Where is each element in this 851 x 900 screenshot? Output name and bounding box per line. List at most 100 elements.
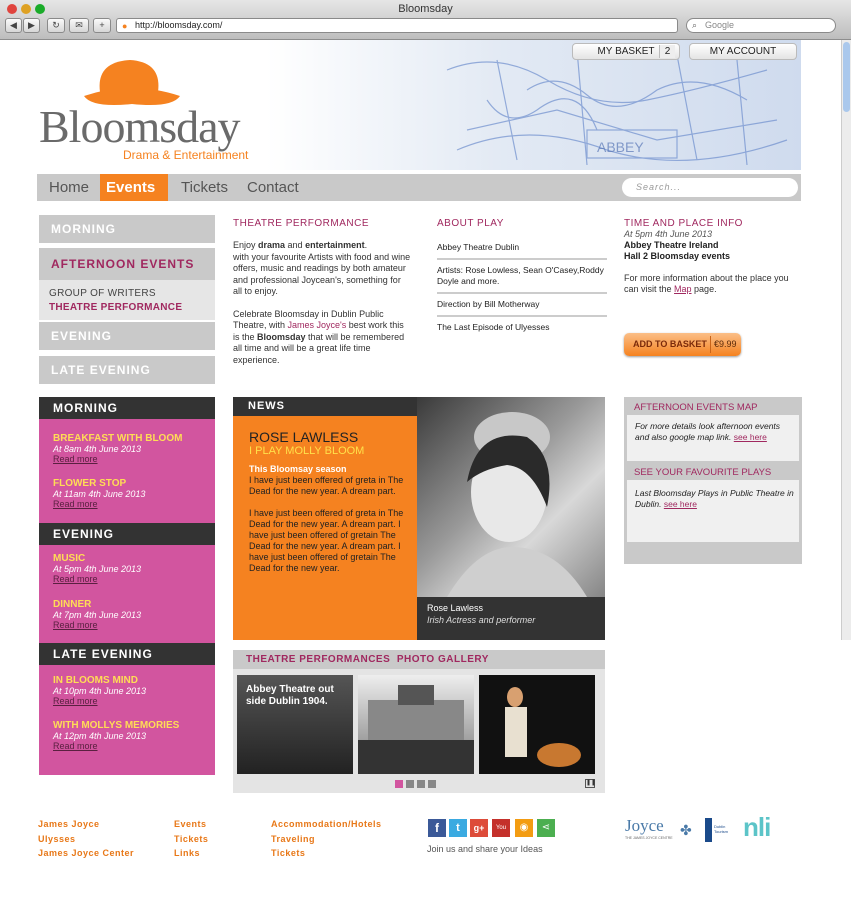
twitter-icon[interactable]: t bbox=[449, 819, 467, 837]
gallery-photo-2[interactable] bbox=[358, 675, 474, 774]
event-breakfast: BREAKFAST WITH BLOOM At 8am 4th June 2013… bbox=[53, 433, 182, 464]
nav-home[interactable]: Home bbox=[43, 174, 95, 201]
james-joyce-link[interactable]: James Joyce's bbox=[288, 320, 347, 330]
event-title[interactable]: WITH MOLLYS MEMORIES bbox=[53, 720, 179, 731]
my-account-button[interactable]: MY ACCOUNT bbox=[689, 43, 797, 60]
dublin-tourism-logo[interactable]: Dublin Tourism bbox=[705, 818, 735, 844]
footer-link[interactable]: Accommodation/Hotels bbox=[271, 817, 382, 832]
event-date: At 8am 4th June 2013 bbox=[53, 444, 142, 454]
site-favicon-icon: ● bbox=[122, 21, 128, 31]
basket-count: 2 bbox=[659, 45, 675, 58]
new-tab-button[interactable]: + bbox=[93, 18, 111, 33]
schedule-evening-header: EVENING bbox=[39, 523, 215, 545]
event-date: At 5pm 4th June 2013 bbox=[53, 564, 142, 574]
event-date: At 10pm 4th June 2013 bbox=[53, 686, 147, 696]
browser-search-input[interactable]: ⌕ Google bbox=[686, 18, 836, 33]
read-more-link[interactable]: Read more bbox=[53, 696, 146, 706]
gallery-photo-1[interactable]: Abbey Theatre out side Dublin 1904. bbox=[237, 675, 353, 774]
submenu-group-of-writers[interactable]: GROUP OF WRITERS bbox=[49, 288, 156, 299]
menu-evening[interactable]: EVENING bbox=[39, 322, 215, 350]
event-mollys-memories: WITH MOLLYS MEMORIES At 12pm 4th June 201… bbox=[53, 720, 179, 751]
read-more-link[interactable]: Read more bbox=[53, 499, 145, 509]
pause-icon[interactable]: ❚❚ bbox=[585, 779, 596, 788]
footer-link[interactable]: James Joyce bbox=[38, 817, 134, 832]
time-place-more: For more information about the place you… bbox=[624, 273, 800, 295]
map-link[interactable]: Map bbox=[674, 284, 692, 294]
dublin-tourism-icon bbox=[705, 818, 712, 842]
plays-text: Last Bloomsday Plays in Public Theatre i… bbox=[635, 488, 795, 510]
read-more-link[interactable]: Read more bbox=[53, 741, 179, 751]
event-music: MUSIC At 5pm 4th June 2013 Read more bbox=[53, 553, 141, 584]
site-search-input[interactable]: Search... bbox=[622, 178, 798, 197]
gallery-dot-4[interactable] bbox=[428, 780, 436, 788]
footer-link[interactable]: Events bbox=[174, 817, 208, 832]
nav-tickets[interactable]: Tickets bbox=[175, 174, 234, 201]
menu-late-evening[interactable]: LATE EVENING bbox=[39, 356, 215, 384]
event-flower-stop: FLOWER STOP At 11am 4th June 2013 Read mor… bbox=[53, 478, 145, 509]
about-play: ABOUT PLAY Abbey Theatre Dublin Artists:… bbox=[437, 218, 607, 338]
gallery-dot-3[interactable] bbox=[417, 780, 425, 788]
time-place-heading: TIME AND PLACE INFO bbox=[624, 218, 743, 229]
joyce-centre-logo[interactable]: Joyce THE JAMES JOYCE CENTRE bbox=[625, 816, 675, 840]
gallery-photo-3[interactable] bbox=[479, 675, 595, 774]
about-heading: ABOUT PLAY bbox=[437, 218, 504, 229]
event-title[interactable]: FLOWER STOP bbox=[53, 478, 145, 489]
gallery-dot-2[interactable] bbox=[406, 780, 414, 788]
news-body: This Bloomsay season I have just been of… bbox=[249, 464, 409, 574]
nav-contact[interactable]: Contact bbox=[241, 174, 305, 201]
plays-see-here-link[interactable]: see here bbox=[664, 499, 697, 509]
my-basket-button[interactable]: MY BASKET 2 bbox=[572, 43, 680, 60]
nli-logo[interactable]: nli bbox=[743, 812, 771, 843]
brand-logo[interactable]: Bloomsday bbox=[39, 100, 241, 153]
read-more-link[interactable]: Read more bbox=[53, 620, 141, 630]
read-more-link[interactable]: Read more bbox=[53, 454, 182, 464]
footer-link[interactable]: Tickets bbox=[174, 832, 208, 847]
footer-link[interactable]: Traveling bbox=[271, 832, 382, 847]
read-more-link[interactable]: Read more bbox=[53, 574, 141, 584]
photo-caption: Rose Lawless Irish Actress and performer bbox=[417, 597, 605, 640]
submenu-theatre-performance[interactable]: THEATRE PERFORMANCE bbox=[49, 302, 182, 313]
footer-link[interactable]: Links bbox=[174, 846, 208, 861]
back-button[interactable]: ◀ bbox=[5, 18, 22, 33]
event-title[interactable]: DINNER bbox=[53, 599, 141, 610]
youtube-icon[interactable]: You bbox=[492, 819, 510, 837]
footer-link[interactable]: Ulysses bbox=[38, 832, 134, 847]
photo-gallery: THEATRE PERFORMANCES PHOTO GALLERY Abbey… bbox=[233, 650, 605, 793]
footer-link[interactable]: Tickets bbox=[271, 846, 382, 861]
time-place-info: TIME AND PLACE INFO At 5pm 4th June 2013… bbox=[624, 218, 800, 295]
menu-morning[interactable]: MORNING bbox=[39, 215, 215, 243]
intro-drama: drama bbox=[258, 240, 286, 250]
footer-col-2: Events Tickets Links bbox=[174, 817, 208, 861]
google-plus-icon[interactable]: g+ bbox=[470, 819, 488, 837]
theatre-celebrate: Celebrate Bloomsday in Dublin Public The… bbox=[233, 309, 411, 367]
event-date: At 12pm 4th June 2013 bbox=[53, 731, 147, 741]
gallery-dot-1[interactable] bbox=[395, 780, 403, 788]
sidebar-panel: AFTERNOON EVENTS MAP For more details lo… bbox=[624, 397, 802, 564]
map-see-here-link[interactable]: see here bbox=[734, 432, 767, 442]
footer-link[interactable]: James Joyce Center bbox=[38, 846, 134, 861]
event-title[interactable]: MUSIC bbox=[53, 553, 141, 564]
about-row: Artists: Rose Lowless, Sean O'Casey,Rodd… bbox=[437, 260, 607, 294]
event-title[interactable]: IN BLOOMS MIND bbox=[53, 675, 146, 686]
map-heading: AFTERNOON EVENTS MAP bbox=[634, 402, 758, 413]
nav-events[interactable]: Events bbox=[100, 174, 168, 201]
actress-photo bbox=[447, 412, 587, 597]
reload-button[interactable]: ↻ bbox=[47, 18, 65, 33]
theatre-column: THEATRE PERFORMANCE Enjoy drama and ente… bbox=[233, 218, 411, 366]
news-name: ROSE LAWLESS bbox=[249, 429, 359, 445]
rss-icon[interactable]: ◉ bbox=[515, 819, 533, 837]
bookmarks-icon[interactable]: ✉ bbox=[69, 18, 89, 33]
plays-box: Last Bloomsday Plays in Public Theatre i… bbox=[627, 480, 799, 542]
intro-rest: with your favourite Artists with food an… bbox=[233, 251, 411, 297]
page-scrollbar[interactable] bbox=[841, 40, 851, 640]
url-bar[interactable]: ● http://bloomsday.com/ bbox=[116, 18, 678, 33]
share-icon[interactable]: ⋖ bbox=[537, 819, 555, 837]
plays-text-body: Last Bloomsday Plays in Public Theatre i… bbox=[635, 488, 794, 509]
forward-button[interactable]: ▶ bbox=[23, 18, 40, 33]
add-to-basket-button[interactable]: ADD TO BASKET €9.99 bbox=[624, 333, 741, 356]
menu-afternoon-events[interactable]: AFTERNOON EVENTS bbox=[39, 248, 215, 280]
dublin-tourism-text: Dublin Tourism bbox=[714, 824, 729, 834]
scrollbar-thumb[interactable] bbox=[843, 42, 850, 112]
event-title[interactable]: BREAKFAST WITH BLOOM bbox=[53, 433, 182, 444]
facebook-icon[interactable]: f bbox=[428, 819, 446, 837]
